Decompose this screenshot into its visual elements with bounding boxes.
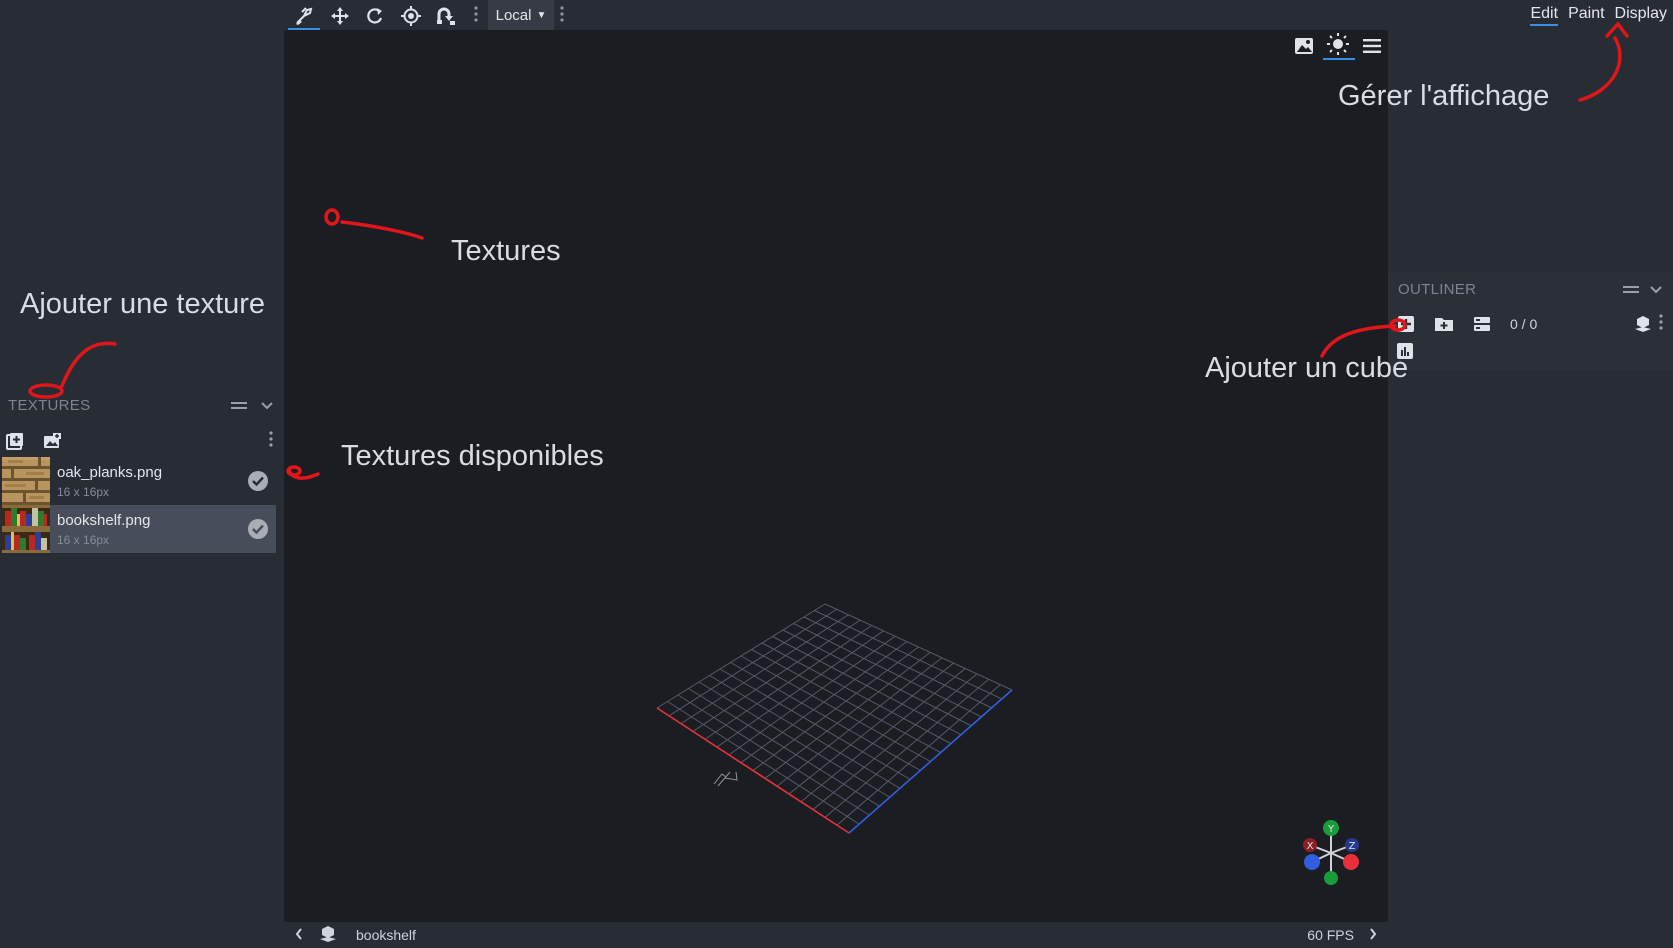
caret-down-icon: ▼ — [536, 9, 547, 21]
pivot-brush-icon[interactable] — [288, 2, 320, 31]
import-texture-icon[interactable] — [42, 431, 62, 451]
panel-collapse-icon[interactable] — [1623, 280, 1639, 299]
image-icon[interactable] — [1292, 34, 1316, 58]
fps-counter: 60 FPS — [1307, 927, 1354, 943]
toolbar-more-icon-2[interactable] — [560, 6, 564, 26]
textures-panel-title: TEXTURES — [8, 396, 91, 414]
outliner-toolbar: 0 / 0 — [1388, 310, 1673, 338]
gizmo-x-label: X — [1307, 841, 1314, 852]
right-sidebar — [1388, 30, 1673, 948]
vertex-snap-icon[interactable] — [430, 2, 462, 30]
viewport-grid — [656, 603, 1013, 834]
hamburger-menu-icon[interactable] — [1360, 34, 1384, 58]
tab-display[interactable]: Display — [1615, 5, 1667, 23]
texture-list: oak_planks.png 16 x 16px bookshelf.png 1… — [2, 457, 276, 553]
texture-used-check-icon[interactable] — [248, 471, 268, 491]
chevron-down-icon[interactable] — [258, 396, 276, 415]
oak-planks-thumbnail — [2, 457, 50, 505]
panel-collapse-icon[interactable] — [230, 396, 248, 415]
texture-item-bookshelf[interactable]: bookshelf.png 16 x 16px — [2, 505, 276, 553]
top-toolbar: Local ▼ Edit Paint Display — [284, 0, 1673, 31]
texture-name: oak_planks.png — [57, 463, 163, 481]
north-marker — [713, 771, 738, 787]
chevron-left-icon[interactable] — [294, 927, 304, 944]
add-texture-icon[interactable] — [5, 431, 25, 451]
grid-line — [803, 616, 992, 709]
outliner-title: OUTLINER — [1398, 280, 1477, 298]
add-group-icon[interactable] — [1434, 314, 1454, 334]
orientation-gizmo[interactable]: Y X Z — [1296, 818, 1366, 888]
grid-line — [793, 623, 982, 718]
transform-space-value: Local — [495, 6, 532, 24]
collapse-all-icon[interactable] — [1472, 314, 1492, 334]
3d-viewport[interactable]: Y X Z — [284, 30, 1388, 922]
model-name: bookshelf — [356, 927, 416, 943]
outliner-panel: OUTLINER 0 / 0 — [1388, 272, 1673, 370]
texture-size: 16 x 16px — [57, 532, 110, 547]
mode-tabs: Edit Paint Display — [1520, 5, 1667, 26]
gizmo-z-label: Z — [1349, 841, 1356, 852]
app-window: TEXTURES oak_planks.png 16 x 16px booksh… — [0, 0, 1673, 948]
sun-light-icon[interactable] — [1326, 32, 1350, 56]
element-counter: 0 / 0 — [1510, 316, 1538, 332]
texture-item-oak-planks[interactable]: oak_planks.png 16 x 16px — [2, 457, 276, 505]
add-cube-icon[interactable] — [1396, 314, 1416, 334]
transform-space-select[interactable]: Local ▼ — [488, 0, 554, 30]
annotation-available-textures: Textures disponibles — [341, 440, 604, 472]
texture-used-check-icon[interactable] — [248, 519, 268, 539]
annotation-add-texture: Ajouter une texture — [20, 288, 266, 320]
bookshelf-thumbnail — [2, 505, 50, 553]
texture-name: bookshelf.png — [57, 511, 151, 529]
outliner-header: OUTLINER — [1388, 272, 1673, 306]
more-vertical-icon[interactable] — [269, 431, 279, 451]
tab-paint[interactable]: Paint — [1568, 5, 1604, 23]
move-icon[interactable] — [324, 2, 356, 30]
toolbar-more-icon[interactable] — [474, 6, 478, 26]
textures-panel-header: TEXTURES — [0, 388, 284, 422]
grid-line — [751, 649, 941, 754]
textures-toolbar — [0, 428, 284, 454]
grid-line — [764, 651, 931, 779]
grid-line — [752, 646, 919, 771]
grid-line — [772, 636, 962, 736]
sun-active-indicator — [1323, 58, 1355, 60]
grid-line — [824, 603, 1013, 691]
pivot-icon[interactable] — [395, 2, 427, 30]
annotation-add-cube: Ajouter un cube — [1205, 352, 1409, 384]
chevron-down-icon[interactable] — [1649, 280, 1663, 299]
model-format-icon — [318, 925, 338, 946]
texture-size: 16 x 16px — [57, 484, 110, 499]
outliner-more-icon[interactable] — [1659, 314, 1665, 334]
rotate-icon[interactable] — [359, 2, 391, 30]
model-layer-icon[interactable] — [1633, 314, 1653, 334]
gizmo-y-label: Y — [1327, 824, 1335, 835]
chevron-right-icon[interactable] — [1368, 927, 1378, 944]
annotation-textures: Textures — [451, 235, 561, 267]
tab-edit[interactable]: Edit — [1530, 5, 1558, 26]
status-bar: bookshelf 60 FPS — [284, 922, 1388, 948]
annotation-display: Gérer l'affichage — [1338, 80, 1550, 112]
